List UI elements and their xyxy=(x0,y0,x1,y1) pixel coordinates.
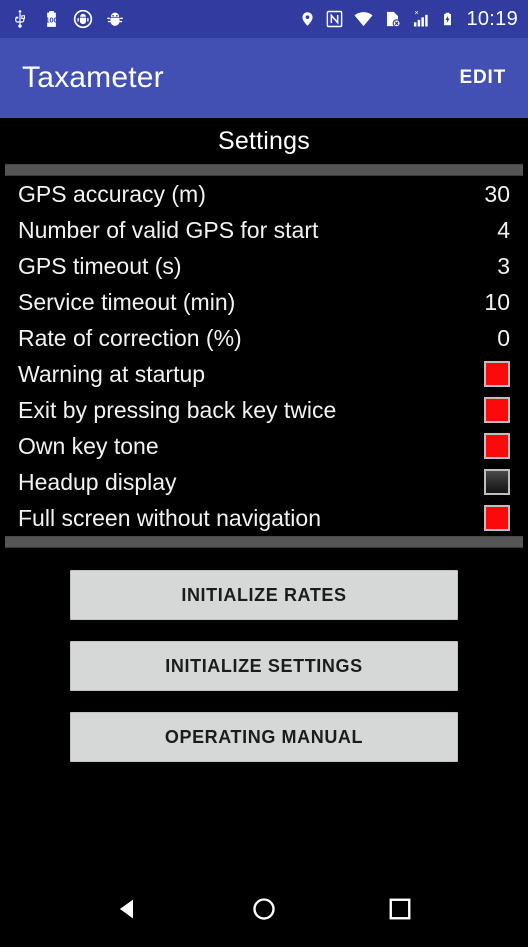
settings-row-value: 3 xyxy=(497,252,510,279)
svg-text:100: 100 xyxy=(46,17,58,25)
back-button-icon[interactable] xyxy=(98,879,158,939)
settings-row[interactable]: Full screen without navigation xyxy=(0,500,528,536)
action-buttons: INITIALIZE RATES INITIALIZE SETTINGS OPERA… xyxy=(0,548,528,762)
svg-text:×: × xyxy=(415,9,419,17)
initialize-settings-button[interactable]: INITIALIZE SETTINGS xyxy=(70,641,458,691)
settings-row[interactable]: GPS accuracy (m) 30 xyxy=(0,176,528,212)
bug-icon xyxy=(105,9,125,29)
settings-row-label: GPS accuracy (m) xyxy=(18,180,206,207)
app-title: Taxameter xyxy=(22,61,164,94)
settings-row-checkbox[interactable] xyxy=(484,397,510,423)
settings-row-label: Headup display xyxy=(18,468,177,495)
settings-row-value: 4 xyxy=(497,216,510,243)
status-bar-clock: 10:19 xyxy=(466,8,518,30)
signal-bars-icon: × xyxy=(411,9,431,29)
android-nav-bar xyxy=(0,870,528,947)
settings-row-checkbox[interactable] xyxy=(484,433,510,459)
operating-manual-button[interactable]: OPERATING MANUAL xyxy=(70,712,458,762)
battery-100-icon: 100 xyxy=(42,9,61,29)
app-bar: Taxameter EDIT xyxy=(0,38,528,118)
settings-row[interactable]: Rate of correction (%) 0 xyxy=(0,320,528,356)
location-pin-icon xyxy=(299,9,316,29)
nfc-icon xyxy=(325,9,344,29)
edit-button[interactable]: EDIT xyxy=(460,67,506,89)
settings-row[interactable]: GPS timeout (s) 3 xyxy=(0,248,528,284)
settings-row-value: 0 xyxy=(497,324,510,351)
list-divider-top xyxy=(5,164,523,176)
usb-icon xyxy=(10,9,30,29)
phone-screen: 100 × 10:19 Taxameter EDIT Settings GPS … xyxy=(0,0,528,947)
settings-row-value: 30 xyxy=(484,180,510,207)
settings-row-checkbox[interactable] xyxy=(484,469,510,495)
settings-row[interactable]: Own key tone xyxy=(0,428,528,464)
settings-list: GPS accuracy (m) 30 Number of valid GPS fo… xyxy=(0,176,528,536)
settings-row-checkbox[interactable] xyxy=(484,505,510,531)
settings-row-label: Rate of correction (%) xyxy=(18,324,242,351)
list-divider-bottom xyxy=(5,536,523,548)
android-debug-icon xyxy=(73,9,93,29)
wifi-icon xyxy=(353,9,374,29)
settings-row[interactable]: Number of valid GPS for start 4 xyxy=(0,212,528,248)
settings-row[interactable]: Exit by pressing back key twice xyxy=(0,392,528,428)
content-area: Settings GPS accuracy (m) 30 Number of val… xyxy=(0,118,528,947)
status-bar-right-icons: × 10:19 xyxy=(299,9,518,29)
recents-button-icon[interactable] xyxy=(370,879,430,939)
settings-row-value: 10 xyxy=(484,288,510,315)
settings-row-label: Exit by pressing back key twice xyxy=(18,396,337,423)
settings-row[interactable]: Headup display xyxy=(0,464,528,500)
status-bar-left-icons: 100 xyxy=(10,9,125,29)
settings-row-checkbox[interactable] xyxy=(484,361,510,387)
initialize-rates-button[interactable]: INITIALIZE RATES xyxy=(70,570,458,620)
settings-row-label: Warning at startup xyxy=(18,360,206,387)
settings-row[interactable]: Service timeout (min) 10 xyxy=(0,284,528,320)
no-sim-icon xyxy=(383,9,402,29)
settings-row[interactable]: Warning at startup xyxy=(0,356,528,392)
page-title: Settings xyxy=(218,126,310,155)
settings-row-label: Own key tone xyxy=(18,432,159,459)
status-bar: 100 × 10:19 xyxy=(0,0,528,38)
settings-row-label: Full screen without navigation xyxy=(18,504,321,531)
settings-row-label: Number of valid GPS for start xyxy=(18,216,319,243)
battery-charging-icon xyxy=(440,9,455,29)
settings-row-label: Service timeout (min) xyxy=(18,288,236,315)
home-button-icon[interactable] xyxy=(234,879,294,939)
settings-row-label: GPS timeout (s) xyxy=(18,252,182,279)
